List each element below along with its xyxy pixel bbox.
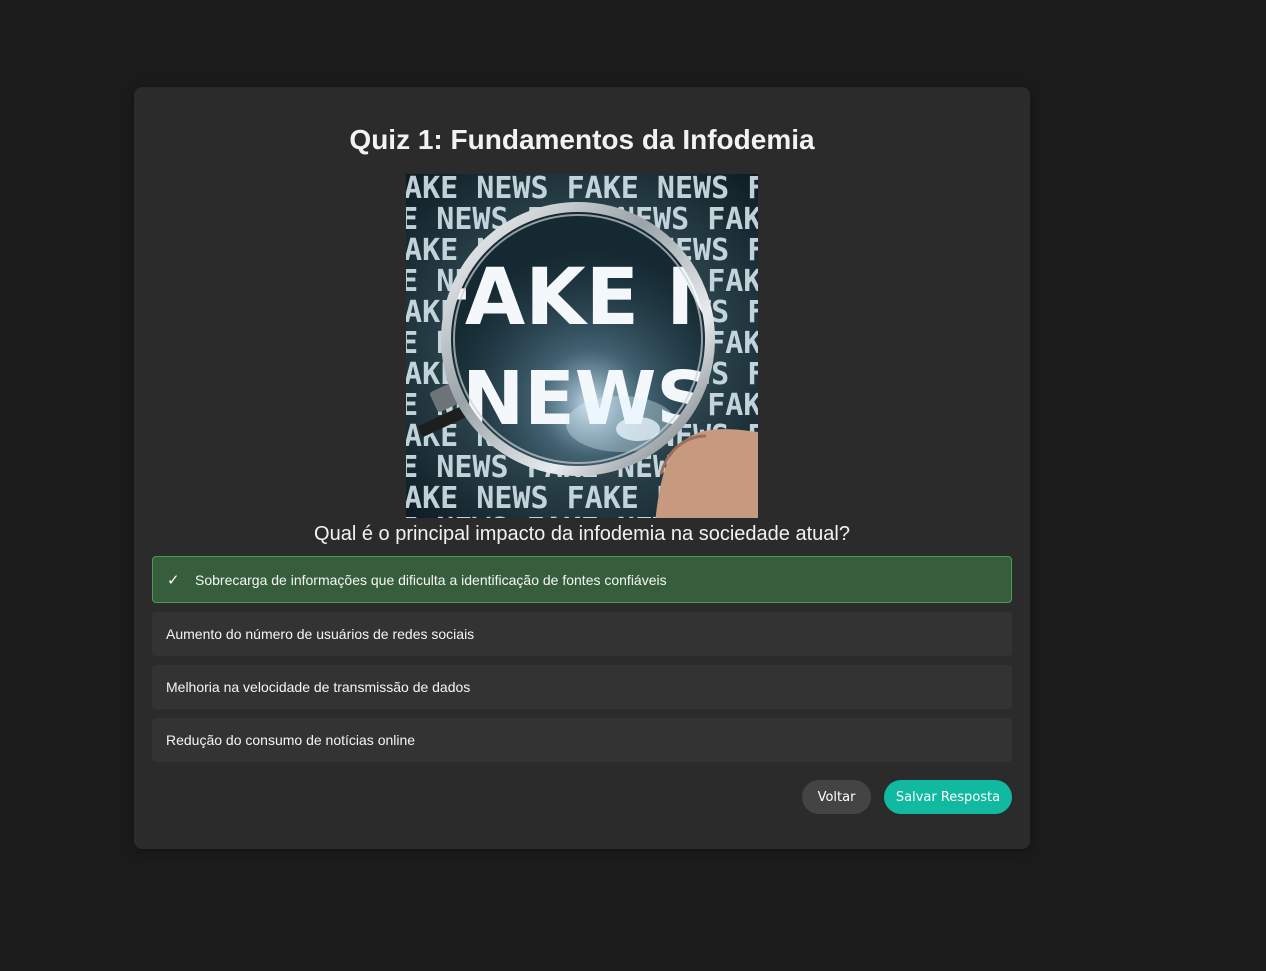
answer-option-3[interactable]: Melhoria na velocidade de transmissão de… <box>152 665 1012 709</box>
answer-option-1[interactable]: ✓ Sobrecarga de informações que dificult… <box>152 556 1012 603</box>
fake-news-magnifier-image: FAKE NEWS FAKE NEWS FAKE NEWSFAKE NEWS F… <box>406 174 758 518</box>
save-answer-button[interactable]: Salvar Resposta <box>884 780 1012 814</box>
answer-option-label: Aumento do número de usuários de redes s… <box>166 626 475 642</box>
answer-option-4[interactable]: Redução do consumo de notícias online <box>152 718 1012 762</box>
question-text: Qual é o principal impacto da infodemia … <box>314 523 850 545</box>
check-icon: ✓ <box>167 571 180 589</box>
answer-option-2[interactable]: Aumento do número de usuários de redes s… <box>152 612 1012 656</box>
answer-option-label: Redução do consumo de notícias online <box>166 732 416 748</box>
quiz-card: Quiz 1: Fundamentos da Infodemia AKE NEW… <box>134 87 1030 849</box>
answer-option-label: Melhoria na velocidade de transmissão de… <box>166 679 471 695</box>
quiz-title: Quiz 1: Fundamentos da Infodemia <box>349 124 815 155</box>
back-button[interactable]: Voltar <box>802 780 871 814</box>
answer-option-label: Sobrecarga de informações que dificulta … <box>195 571 667 588</box>
